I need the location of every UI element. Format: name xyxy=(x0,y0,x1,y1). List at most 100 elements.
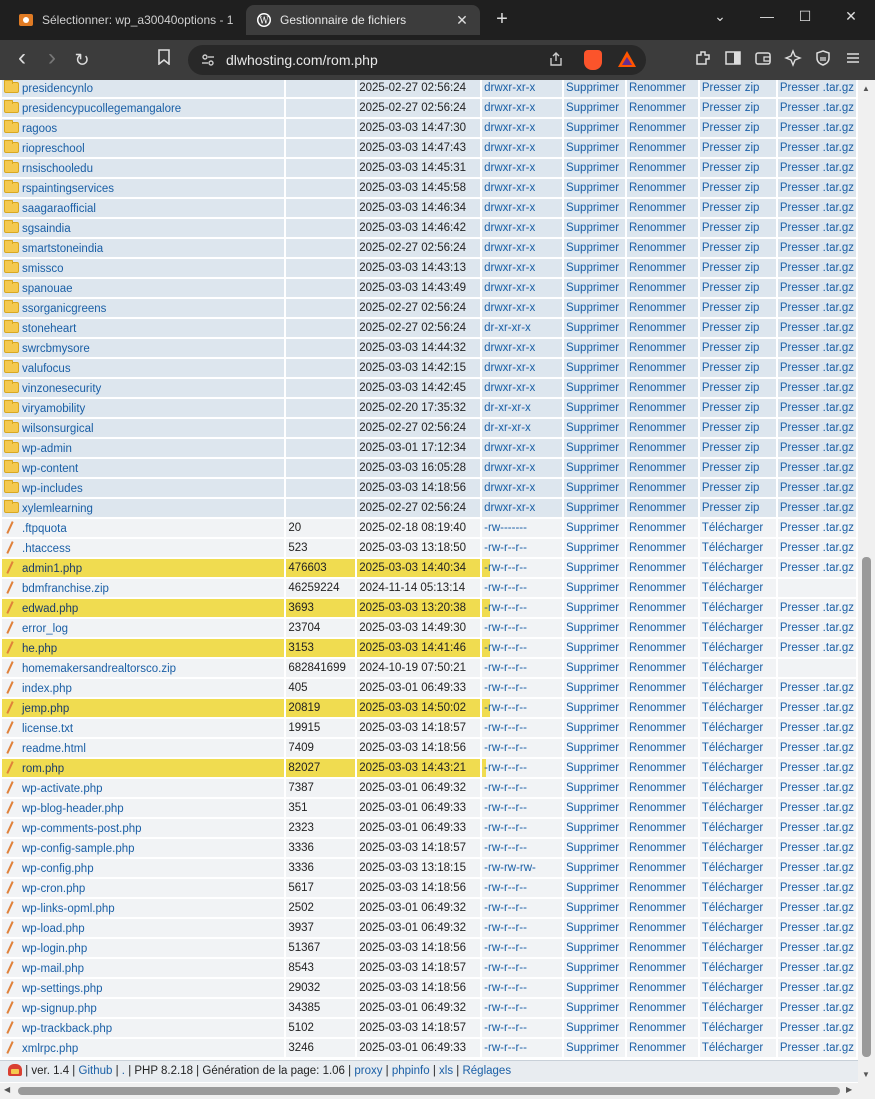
tar-link[interactable]: Presser .tar.gz xyxy=(777,679,856,697)
tar-link[interactable]: Presser .tar.gz xyxy=(777,339,856,357)
delete-link[interactable]: Supprimer xyxy=(563,119,625,137)
folder-name-link[interactable]: presidencypucollegemangalore xyxy=(22,103,181,115)
tar-link[interactable]: Presser .tar.gz xyxy=(777,319,856,337)
zip-link[interactable]: Presser zip xyxy=(699,379,776,397)
file-row[interactable]: .htaccess 523 2025-03-03 13:18:50 -rw-r--r-… xyxy=(2,539,856,557)
rename-link[interactable]: Renommer xyxy=(626,519,698,537)
tar-link[interactable]: Presser .tar.gz xyxy=(777,879,856,897)
directory-row[interactable]: wp-includes 2025-03-03 14:18:56 drwxr-xr-x… xyxy=(2,479,856,497)
rename-link[interactable]: Renommer xyxy=(626,859,698,877)
file-name-link[interactable]: bdmfranchise.zip xyxy=(22,583,109,595)
download-link[interactable]: Télécharger xyxy=(699,1039,776,1057)
tar-link[interactable]: Presser .tar.gz xyxy=(777,1019,856,1037)
download-link[interactable]: Télécharger xyxy=(699,879,776,897)
directory-row[interactable]: smissco 2025-03-03 14:43:13 drwxr-xr-x Supp… xyxy=(2,259,856,277)
folder-name-link[interactable]: wilsonsurgical xyxy=(22,423,94,435)
tar-link[interactable]: Presser .tar.gz xyxy=(777,839,856,857)
delete-link[interactable]: Supprimer xyxy=(563,959,625,977)
rename-link[interactable]: Renommer xyxy=(626,259,698,277)
file-row[interactable]: wp-cron.php 5617 2025-03-03 14:18:56 -rw-r-… xyxy=(2,879,856,897)
directory-row[interactable]: swrcbmysore 2025-03-03 14:44:32 drwxr-xr-x… xyxy=(2,339,856,357)
file-row[interactable]: edwad.php 3693 2025-03-03 13:20:38 -rw-r--r… xyxy=(2,599,856,617)
close-tab-icon[interactable]: ✕ xyxy=(454,12,470,29)
download-link[interactable]: Télécharger xyxy=(699,759,776,777)
tar-link[interactable]: Presser .tar.gz xyxy=(777,399,856,417)
folder-name-link[interactable]: swrcbmysore xyxy=(22,343,90,355)
delete-link[interactable]: Supprimer xyxy=(563,279,625,297)
permissions-link[interactable]: dr-xr-xr-x xyxy=(482,319,562,337)
file-name-link[interactable]: .htaccess xyxy=(22,543,71,555)
file-row[interactable]: wp-settings.php 29032 2025-03-03 14:18:56-… xyxy=(2,979,856,997)
file-name-link[interactable]: license.txt xyxy=(22,723,73,735)
download-link[interactable]: Télécharger xyxy=(699,699,776,717)
file-row[interactable]: he.php 3153 2025-03-03 14:41:46 -rw-r--r-- S… xyxy=(2,639,856,657)
zip-link[interactable]: Presser zip xyxy=(699,159,776,177)
rename-link[interactable]: Renommer xyxy=(626,159,698,177)
permissions-link[interactable]: -rw-r--r-- xyxy=(482,899,562,917)
permissions-link[interactable]: -rw-r--r-- xyxy=(482,739,562,757)
permissions-link[interactable]: dr-xr-xr-x xyxy=(482,399,562,417)
permissions-link[interactable]: drwxr-xr-x xyxy=(482,359,562,377)
permissions-link[interactable]: drwxr-xr-x xyxy=(482,179,562,197)
folder-name-link[interactable]: vinzonesecurity xyxy=(22,383,101,395)
file-row[interactable]: wp-activate.php 7387 2025-03-01 06:49:32 -r… xyxy=(2,779,856,797)
rename-link[interactable]: Renommer xyxy=(626,1019,698,1037)
file-row[interactable]: admin1.php 476603 2025-03-03 14:40:34 -rw-r… xyxy=(2,559,856,577)
permissions-link[interactable]: -rw-r--r-- xyxy=(482,759,562,777)
zip-link[interactable]: Presser zip xyxy=(699,179,776,197)
permissions-link[interactable]: drwxr-xr-x xyxy=(482,80,562,97)
rename-link[interactable]: Renommer xyxy=(626,99,698,117)
file-name-link[interactable]: wp-config-sample.php xyxy=(22,843,135,855)
delete-link[interactable]: Supprimer xyxy=(563,539,625,557)
directory-row[interactable]: rnsischooledu 2025-03-03 14:45:31 drwxr-xr… xyxy=(2,159,856,177)
delete-link[interactable]: Supprimer xyxy=(563,1039,625,1057)
delete-link[interactable]: Supprimer xyxy=(563,519,625,537)
delete-link[interactable]: Supprimer xyxy=(563,1019,625,1037)
permissions-link[interactable]: -rw-r--r-- xyxy=(482,1039,562,1057)
permissions-link[interactable]: -rw-r--r-- xyxy=(482,879,562,897)
rename-link[interactable]: Renommer xyxy=(626,119,698,137)
download-link[interactable]: Télécharger xyxy=(699,859,776,877)
zip-link[interactable]: Presser zip xyxy=(699,80,776,97)
file-row[interactable]: wp-login.php 51367 2025-03-03 14:18:56 -rw-… xyxy=(2,939,856,957)
zip-link[interactable]: Presser zip xyxy=(699,119,776,137)
file-name-link[interactable]: jemp.php xyxy=(22,703,69,715)
delete-link[interactable]: Supprimer xyxy=(563,819,625,837)
delete-link[interactable]: Supprimer xyxy=(563,379,625,397)
tar-link[interactable]: Presser .tar.gz xyxy=(777,539,856,557)
delete-link[interactable]: Supprimer xyxy=(563,599,625,617)
tar-link[interactable]: Presser .tar.gz xyxy=(777,139,856,157)
delete-link[interactable]: Supprimer xyxy=(563,939,625,957)
zip-link[interactable]: Presser zip xyxy=(699,319,776,337)
tabs-menu-icon[interactable]: ⌄ xyxy=(709,8,731,25)
download-link[interactable]: Télécharger xyxy=(699,939,776,957)
file-row[interactable]: rom.php 82027 2025-03-03 14:43:21 -rw-r--r-… xyxy=(2,759,856,777)
folder-name-link[interactable]: smissco xyxy=(22,263,64,275)
download-link[interactable]: Télécharger xyxy=(699,999,776,1017)
delete-link[interactable]: Supprimer xyxy=(563,459,625,477)
file-row[interactable]: wp-trackback.php 5102 2025-03-03 14:18:57-… xyxy=(2,1019,856,1037)
tar-link[interactable]: Presser .tar.gz xyxy=(777,899,856,917)
zip-link[interactable]: Presser zip xyxy=(699,439,776,457)
permissions-link[interactable]: drwxr-xr-x xyxy=(482,479,562,497)
delete-link[interactable]: Supprimer xyxy=(563,339,625,357)
folder-name-link[interactable]: sgsaindia xyxy=(22,223,71,235)
file-row[interactable]: wp-signup.php 34385 2025-03-01 06:49:32 -rw… xyxy=(2,999,856,1017)
permissions-link[interactable]: -rw-r--r-- xyxy=(482,819,562,837)
delete-link[interactable]: Supprimer xyxy=(563,719,625,737)
scroll-down-arrow-icon[interactable]: ▼ xyxy=(862,1070,870,1079)
settings-link[interactable]: Réglages xyxy=(462,1065,511,1077)
download-link[interactable]: Télécharger xyxy=(699,679,776,697)
permissions-link[interactable]: drwxr-xr-x xyxy=(482,239,562,257)
directory-row[interactable]: presidencypucollegemangalore 2025-02-27 0… xyxy=(2,99,856,117)
rename-link[interactable]: Renommer xyxy=(626,779,698,797)
delete-link[interactable]: Supprimer xyxy=(563,179,625,197)
delete-link[interactable]: Supprimer xyxy=(563,759,625,777)
delete-link[interactable]: Supprimer xyxy=(563,80,625,97)
file-row[interactable]: license.txt 19915 2025-03-03 14:18:57 -rw-r… xyxy=(2,719,856,737)
rename-link[interactable]: Renommer xyxy=(626,659,698,677)
permissions-link[interactable]: -rw-r--r-- xyxy=(482,699,562,717)
download-link[interactable]: Télécharger xyxy=(699,539,776,557)
folder-name-link[interactable]: rnsischooledu xyxy=(22,163,93,175)
close-window-button[interactable]: ✕ xyxy=(840,8,862,25)
